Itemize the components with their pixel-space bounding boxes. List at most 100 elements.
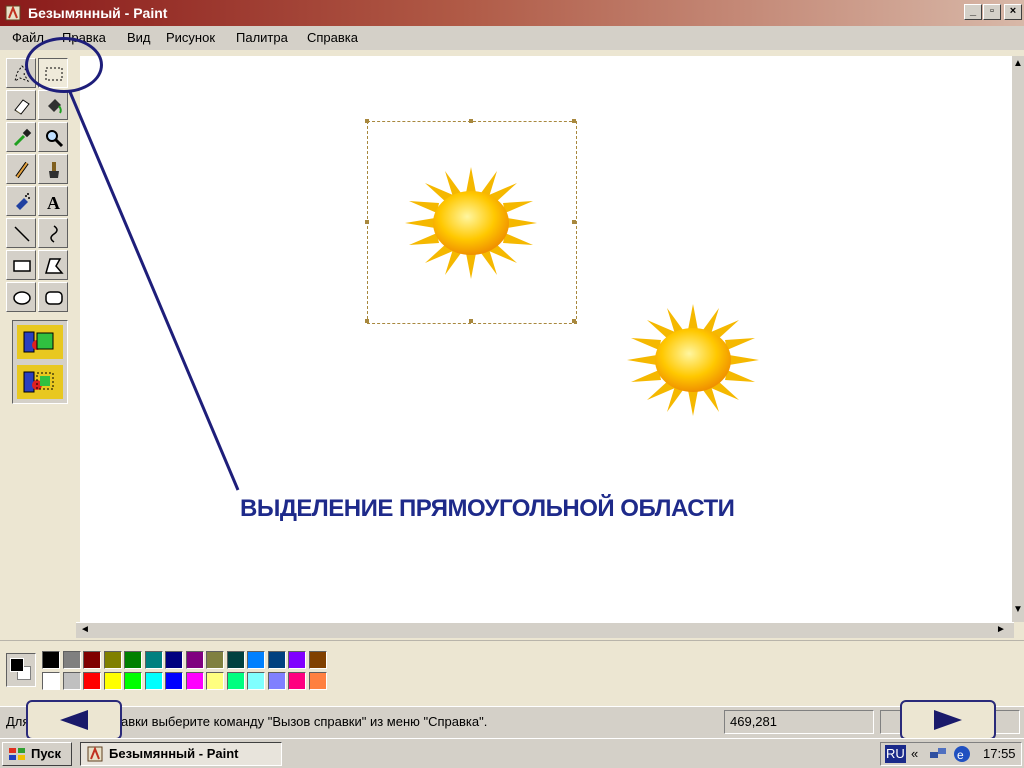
tool-color-picker[interactable] bbox=[6, 122, 36, 152]
foreground-color bbox=[10, 658, 24, 672]
menu-bar: Файл Правка Вид Рисунок Палитра Справка bbox=[0, 26, 1024, 50]
tool-brush[interactable] bbox=[38, 154, 68, 184]
selection-handle[interactable] bbox=[365, 319, 369, 323]
palette-swatch[interactable] bbox=[206, 651, 224, 669]
close-button[interactable]: × bbox=[1004, 4, 1022, 20]
palette-swatch[interactable] bbox=[226, 651, 245, 669]
polygon-icon bbox=[45, 258, 64, 274]
color-picker-icon bbox=[13, 128, 32, 147]
tool-text[interactable]: A bbox=[38, 186, 68, 216]
browser-icon[interactable]: e bbox=[953, 745, 971, 763]
selection-handle[interactable] bbox=[572, 319, 576, 323]
start-button[interactable]: Пуск bbox=[2, 742, 72, 766]
line-icon bbox=[14, 226, 30, 242]
menu-help[interactable]: Справка bbox=[307, 30, 358, 46]
palette-swatch[interactable] bbox=[267, 672, 286, 690]
vertical-scrollbar[interactable]: ▲ ▼ bbox=[1012, 56, 1024, 622]
tool-magnifier[interactable] bbox=[38, 122, 68, 152]
scroll-left-icon[interactable]: ◄ bbox=[78, 624, 92, 638]
sun-image bbox=[627, 304, 759, 416]
opaque-selection-option[interactable] bbox=[17, 325, 63, 359]
palette-swatch[interactable] bbox=[144, 651, 163, 669]
scroll-up-icon[interactable]: ▲ bbox=[1011, 58, 1024, 72]
paint-app-icon bbox=[87, 746, 103, 762]
palette-swatch[interactable] bbox=[83, 651, 101, 669]
restore-button[interactable]: ▫ bbox=[983, 4, 1001, 20]
scroll-right-icon[interactable]: ► bbox=[994, 624, 1008, 638]
selection-handle[interactable] bbox=[469, 319, 473, 323]
selection-handle[interactable] bbox=[469, 119, 473, 123]
palette-swatch[interactable] bbox=[267, 651, 286, 669]
language-indicator[interactable]: RU bbox=[885, 745, 906, 763]
color-palette bbox=[0, 640, 1024, 706]
text-icon: A bbox=[47, 193, 60, 212]
tool-rectangle[interactable] bbox=[6, 250, 36, 280]
palette-swatch[interactable] bbox=[165, 672, 183, 690]
tool-options bbox=[12, 320, 68, 404]
palette-swatch[interactable] bbox=[247, 651, 265, 669]
menu-image[interactable]: Рисунок bbox=[166, 30, 215, 46]
transparent-selection-icon bbox=[23, 371, 54, 393]
palette-swatch[interactable] bbox=[185, 651, 204, 669]
fill-bucket-icon bbox=[48, 99, 62, 114]
selection-handle[interactable] bbox=[365, 220, 369, 224]
ellipse-icon bbox=[13, 291, 31, 305]
tool-ellipse[interactable] bbox=[6, 282, 36, 312]
palette-swatch[interactable] bbox=[62, 672, 81, 690]
palette-swatch[interactable] bbox=[83, 672, 101, 690]
rectangle-icon bbox=[13, 260, 31, 272]
tool-airbrush[interactable] bbox=[6, 186, 36, 216]
palette-swatch[interactable] bbox=[124, 651, 142, 669]
tool-curve[interactable] bbox=[38, 218, 68, 248]
paint-app-icon bbox=[5, 5, 21, 21]
prev-slide-button[interactable] bbox=[26, 700, 122, 740]
palette-swatch[interactable] bbox=[103, 651, 122, 669]
svg-text:e: e bbox=[957, 748, 964, 762]
minimize-button[interactable]: _ bbox=[964, 4, 982, 20]
palette-swatch[interactable] bbox=[288, 651, 306, 669]
palette-swatch[interactable] bbox=[62, 651, 81, 669]
palette-swatch[interactable] bbox=[206, 672, 224, 690]
current-colors[interactable] bbox=[6, 653, 36, 687]
horizontal-scrollbar[interactable]: ◄ ► bbox=[76, 622, 1014, 638]
airbrush-icon bbox=[16, 193, 30, 210]
palette-swatch[interactable] bbox=[165, 651, 183, 669]
palette-swatch[interactable] bbox=[103, 672, 122, 690]
palette-swatch[interactable] bbox=[226, 672, 245, 690]
transparent-selection-option[interactable] bbox=[17, 365, 63, 399]
taskbar-paint-button[interactable]: Безымянный - Paint bbox=[80, 742, 282, 766]
selection-handle[interactable] bbox=[572, 119, 576, 123]
palette-swatch[interactable] bbox=[42, 651, 60, 669]
tool-rounded-rect[interactable] bbox=[38, 282, 68, 312]
next-slide-button[interactable] bbox=[900, 700, 996, 740]
network-icon[interactable] bbox=[929, 746, 947, 762]
tool-fill[interactable] bbox=[38, 90, 68, 120]
palette-swatch[interactable] bbox=[144, 672, 163, 690]
pencil-icon bbox=[15, 161, 29, 179]
palette-swatch[interactable] bbox=[247, 672, 265, 690]
palette-swatch[interactable] bbox=[308, 651, 327, 669]
tool-line[interactable] bbox=[6, 218, 36, 248]
opaque-selection-icon bbox=[23, 331, 54, 353]
cursor-coords: 469,281 bbox=[730, 714, 777, 729]
menu-view[interactable]: Вид bbox=[127, 30, 151, 46]
selection-handle[interactable] bbox=[572, 220, 576, 224]
window-title: Безымянный - Paint bbox=[28, 5, 168, 21]
palette-swatch[interactable] bbox=[42, 672, 60, 690]
menu-palette[interactable]: Палитра bbox=[236, 30, 288, 46]
taskbar: Пуск Безымянный - Paint RU « e 17:55 bbox=[0, 738, 1024, 768]
tool-eraser[interactable] bbox=[6, 90, 36, 120]
palette-swatch[interactable] bbox=[308, 672, 327, 690]
windows-logo-icon bbox=[9, 748, 25, 760]
toolbox: A bbox=[4, 54, 70, 409]
palette-swatch[interactable] bbox=[124, 672, 142, 690]
tray-expand-icon[interactable]: « bbox=[911, 745, 918, 763]
tool-pencil[interactable] bbox=[6, 154, 36, 184]
palette-swatch[interactable] bbox=[288, 672, 306, 690]
status-bar: Для получения справки выберите команду "… bbox=[0, 706, 1024, 736]
palette-swatch[interactable] bbox=[185, 672, 204, 690]
tool-polygon[interactable] bbox=[38, 250, 68, 280]
scroll-down-icon[interactable]: ▼ bbox=[1011, 604, 1024, 618]
sun-image bbox=[405, 167, 537, 279]
selection-handle[interactable] bbox=[365, 119, 369, 123]
